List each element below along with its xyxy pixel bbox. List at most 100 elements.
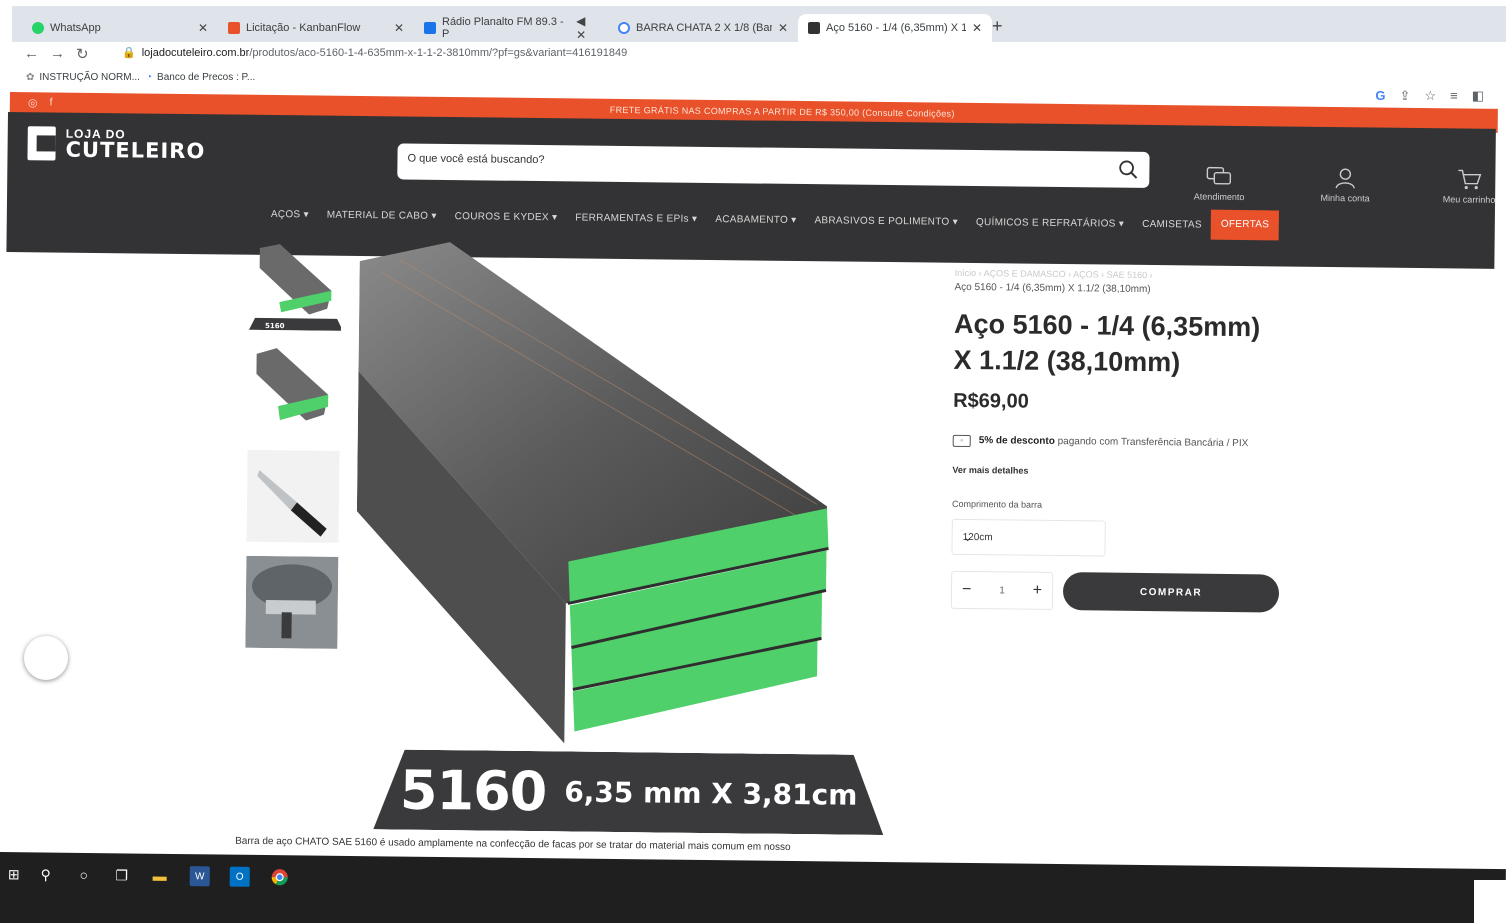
knife-thumbnail xyxy=(246,449,340,543)
product-title: Aço 5160 - 1/4 (6,35mm) X 1.1/2 (38,10mm… xyxy=(953,308,1261,378)
outlook-icon[interactable]: O xyxy=(229,866,250,887)
address-bar[interactable]: 🔒 lojadocuteleiro.com.br/produtos/aco-516… xyxy=(122,46,627,59)
task-view-icon[interactable]: ❐ xyxy=(112,865,132,885)
instagram-icon[interactable]: ◎ xyxy=(28,96,38,109)
product-info: Início › AÇOS E DAMASCO › AÇOS › SAE 516… xyxy=(950,268,1285,613)
scan-margin xyxy=(1474,880,1506,923)
menu-item-acos[interactable]: AÇOS ▾ xyxy=(262,208,318,220)
tab-label: BARRA CHATA 2 X 1/8 (Barra ac xyxy=(636,22,772,34)
bookmark-icon: ◔ xyxy=(146,72,153,83)
steel-bar-thumbnail: 5160 xyxy=(248,244,343,331)
tab-label: WhatsApp xyxy=(50,22,101,34)
cart-icon xyxy=(1458,169,1482,190)
tab-whatsapp[interactable]: WhatsApp ✕ xyxy=(22,14,218,42)
search-icon[interactable]: ⚲ xyxy=(36,864,56,884)
bookmark-icon: ✿ xyxy=(26,72,35,83)
breadcrumb[interactable]: Início › AÇOS E DAMASCO › AÇOS › SAE 516… xyxy=(955,268,1285,282)
banner-code: 5160 xyxy=(399,758,547,823)
account-label: Minha conta xyxy=(1320,192,1370,204)
product-price: R$69,00 xyxy=(953,390,1029,413)
file-explorer-icon[interactable]: ▬ xyxy=(150,866,170,886)
plus-icon[interactable]: + xyxy=(1033,582,1043,600)
close-icon[interactable]: ✕ xyxy=(198,21,208,35)
menu-item-ofertas[interactable]: OFERTAS xyxy=(1210,209,1280,241)
tab-active-product[interactable]: Aço 5160 - 1/4 (6,35mm) X 1.1/ ✕ xyxy=(798,14,992,42)
menu-item-acabamento[interactable]: ACABAMENTO ▾ xyxy=(706,213,805,226)
google-icon xyxy=(618,22,630,34)
quantity-value[interactable]: 1 xyxy=(999,585,1005,596)
logo-big-text: CUTELEIRO xyxy=(65,137,206,163)
bookmark-item[interactable]: ◔ Banco de Precos : P... xyxy=(146,72,255,83)
cart-action[interactable]: Meu carrinho xyxy=(1419,168,1506,205)
thumbnail-3[interactable] xyxy=(246,449,340,543)
menu-item-camisetas[interactable]: CAMISETAS xyxy=(1133,218,1211,230)
search-icon[interactable] xyxy=(1117,159,1139,181)
more-details-link[interactable]: Ver mais detalhes xyxy=(952,465,1282,479)
menu-item-couros-e-kydex[interactable]: COUROS E KYDEX ▾ xyxy=(446,210,567,223)
browser-tab-strip: WhatsApp ✕ Licitação - KanbanFlow ✕ Rádi… xyxy=(12,6,1506,42)
variant-label: Comprimento da barra xyxy=(951,499,1043,511)
close-icon[interactable]: ✕ xyxy=(394,21,404,35)
url-path: /produtos/aco-5160-1-4-635mm-x-1-1-2-381… xyxy=(249,47,628,59)
thumb-caption: 5160 xyxy=(265,322,285,330)
minus-icon[interactable]: − xyxy=(962,581,972,599)
mute-icon[interactable]: ◀ ✕ xyxy=(576,14,598,42)
chat-support-icon xyxy=(1206,166,1232,185)
star-icon[interactable]: ☆ xyxy=(1424,88,1436,104)
new-tab-icon[interactable]: + xyxy=(992,16,1003,37)
account-action[interactable]: Minha conta xyxy=(1295,167,1395,204)
length-select[interactable]: 120cm ⌄ xyxy=(951,519,1106,557)
menu-item-abrasivos[interactable]: ABRASIVOS E POLIMENTO ▾ xyxy=(805,215,967,228)
search-box xyxy=(397,143,1150,188)
thumbnail-2[interactable] xyxy=(248,344,341,437)
reading-list-icon[interactable]: ≡ xyxy=(1450,88,1458,104)
tab-radio[interactable]: Rádio Planalto FM 89.3 - P ◀ ✕ xyxy=(414,14,608,42)
site-logo[interactable]: LOJA DO CUTELEIRO xyxy=(27,126,206,163)
reload-icon[interactable]: ↻ xyxy=(76,45,89,63)
thumbnail-4[interactable] xyxy=(245,555,339,649)
bookmark-item[interactable]: ✿ INSTRUÇÃO NORM... xyxy=(26,72,140,83)
menu-item-material-de-cabo[interactable]: MATERIAL DE CABO ▾ xyxy=(318,209,446,221)
page: { "browser": { "tabs": [ {"label": "What… xyxy=(0,0,1506,923)
tab-kanbanflow[interactable]: Licitação - KanbanFlow ✕ xyxy=(218,14,414,42)
product-main-image[interactable] xyxy=(354,241,860,747)
tab-label: Rádio Planalto FM 89.3 - P xyxy=(442,16,564,40)
tab-label: Licitação - KanbanFlow xyxy=(246,22,361,34)
windows-start-icon[interactable]: ⊞ xyxy=(4,864,24,884)
url-host: lojadocuteleiro.com.br xyxy=(141,47,250,59)
buy-button[interactable]: COMPRAR xyxy=(1062,572,1280,613)
bookmarks-bar: ✿ INSTRUÇÃO NORM... ◔ Banco de Precos : … xyxy=(12,68,1506,90)
back-arrow-icon[interactable]: ← xyxy=(24,45,39,62)
whatsapp-icon xyxy=(32,22,44,34)
word-icon[interactable]: W xyxy=(189,866,210,887)
cortana-icon[interactable]: ○ xyxy=(74,865,94,885)
bookmark-label: INSTRUÇÃO NORM... xyxy=(39,72,140,83)
menu-item-ferramentas[interactable]: FERRAMENTAS E EPIs ▾ xyxy=(566,212,706,225)
share-icon[interactable]: ⇪ xyxy=(1400,88,1411,104)
close-icon[interactable]: ✕ xyxy=(972,21,982,35)
product-banner: 5160 6,35 mm X 3,81cm xyxy=(373,749,884,835)
buy-row: − 1 + COMPRAR xyxy=(950,571,1281,613)
promo-text[interactable]: FRETE GRÁTIS NAS COMPRAS A PARTIR DE R$ … xyxy=(610,105,955,119)
forward-arrow-icon[interactable]: → xyxy=(50,45,65,62)
breadcrumb-current: Aço 5160 - 1/4 (6,35mm) X 1.1/2 (38,10mm… xyxy=(954,281,1151,296)
chevron-down-icon: ⌄ xyxy=(962,530,973,545)
steel-bars-illustration xyxy=(356,242,829,744)
support-action[interactable]: Atendimento xyxy=(1169,165,1269,202)
bookmark-label: Banco de Precos : P... xyxy=(157,72,256,83)
lock-icon: 🔒 xyxy=(122,47,136,59)
search-input[interactable] xyxy=(407,152,1098,173)
close-icon[interactable]: ✕ xyxy=(778,21,788,35)
side-panel-icon[interactable]: ◧ xyxy=(1472,88,1484,104)
kanbanflow-icon xyxy=(228,22,240,34)
support-label: Atendimento xyxy=(1193,191,1245,203)
facebook-icon[interactable]: f xyxy=(49,96,52,109)
thumbnail-1[interactable]: 5160 xyxy=(248,238,343,331)
chat-widget[interactable] xyxy=(24,636,68,680)
tab-google-search[interactable]: BARRA CHATA 2 X 1/8 (Barra ac ✕ xyxy=(608,14,798,42)
cash-icon: ◦ xyxy=(952,435,971,448)
google-lens-icon[interactable]: G xyxy=(1375,88,1385,104)
chrome-icon[interactable] xyxy=(270,867,290,887)
menu-item-quimicos[interactable]: QUÍMICOS E REFRATÁRIOS ▾ xyxy=(967,216,1133,229)
radio-icon xyxy=(424,22,436,34)
